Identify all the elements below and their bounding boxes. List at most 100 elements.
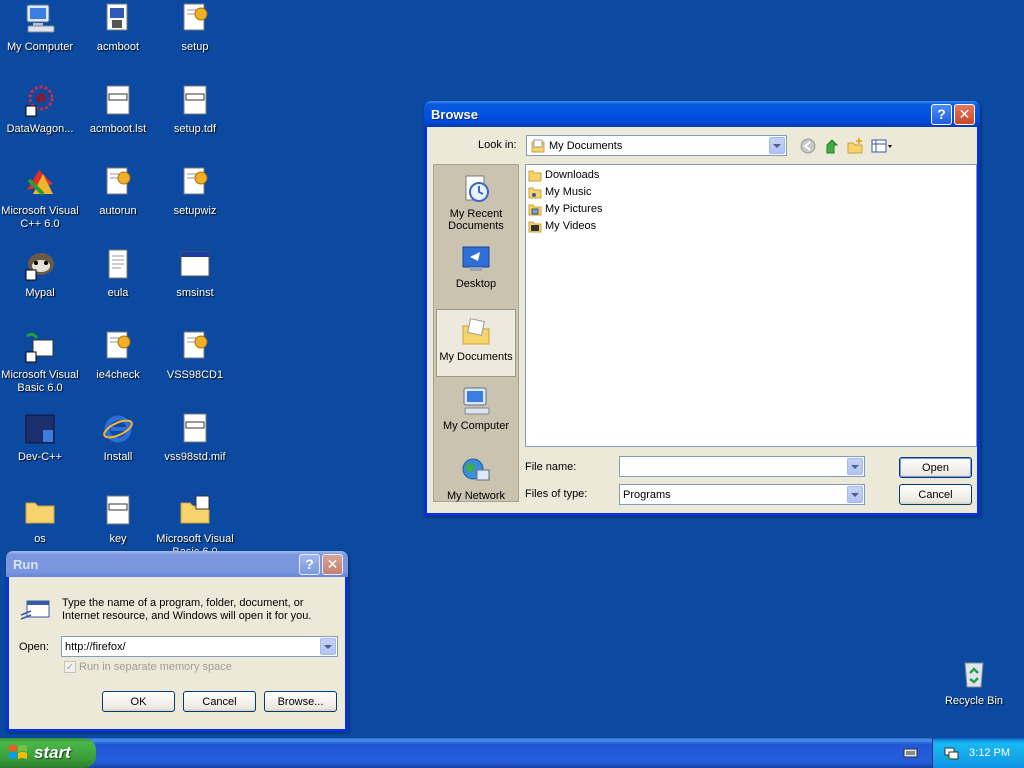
videos-folder-icon [528,221,542,232]
desktop-icon-label: autorun [99,205,137,217]
browse-button[interactable]: Browse... [264,691,337,712]
close-button[interactable]: ✕ [954,103,975,125]
chevron-down-icon[interactable] [847,458,863,475]
view-menu-icon[interactable] [870,137,894,155]
desktop-icon-label: smsinst [176,287,214,299]
desktop-icon-my-computer[interactable]: My Computer [0,0,80,72]
desktop-icon-dev-cpp[interactable]: Dev-C++ [0,410,80,482]
help-button[interactable]: ? [299,553,320,575]
internet-explorer-icon [103,415,133,443]
file-name-field[interactable] [619,456,865,477]
desktop-icon-smsinst[interactable]: smsinst [155,246,235,318]
start-button[interactable]: start [0,738,96,768]
browse-titlebar[interactable]: Browse ? ✕ [424,101,980,127]
files-of-type-label: Files of type: [525,488,588,500]
look-in-dropdown[interactable]: My Documents [526,135,787,156]
document-icon [106,85,130,115]
separate-memory-option: ✓ Run in separate memory space [64,661,232,673]
desktop-icon-mypal[interactable]: Mypal [0,246,80,318]
file-name: My Pictures [545,203,603,215]
cancel-button[interactable]: Cancel [899,484,972,505]
clock[interactable]: 3:12 PM [969,747,1010,759]
separate-memory-checkbox[interactable]: ✓ [64,661,76,673]
document-icon [183,85,207,115]
setup-program-icon [106,3,128,31]
desktop-icon-msvb[interactable]: Microsoft Visual Basic 6.0 [0,328,80,400]
place-my-network[interactable]: My Network [436,449,516,517]
file-name: Downloads [545,169,600,181]
desktop-icon-label: Dev-C++ [17,451,63,463]
desktop-icon-label: Microsoft Visual Basic 6.0 [1,369,79,394]
keyboard-icon[interactable] [903,746,918,759]
files-of-type-dropdown[interactable]: Programs [619,484,865,505]
close-button[interactable]: ✕ [322,553,343,575]
run-title: Run [13,556,39,572]
desktop-icon-eula[interactable]: eula [78,246,158,318]
desktop-icon-acmboot-lst[interactable]: acmboot.lst [78,82,158,154]
setup-file-icon [106,331,131,359]
desktop-icon-label: acmboot.lst [89,123,147,135]
run-description: Type the name of a program, folder, docu… [62,597,312,622]
run-titlebar[interactable]: Run ? ✕ [6,551,348,577]
place-label: My Recent Documents [448,208,504,232]
my-computer-icon [463,387,490,415]
up-one-level-icon[interactable] [823,137,841,155]
desktop-icon-setup-tdf[interactable]: setup.tdf [155,82,235,154]
file-name: My Videos [545,220,597,232]
places-bar: My Recent Documents Desktop My Documents [433,164,519,502]
place-my-documents[interactable]: My Documents [436,309,516,377]
pictures-folder-icon [528,204,542,215]
desktop-icon-label: key [109,533,127,545]
chevron-down-icon[interactable] [320,638,336,655]
cancel-button[interactable]: Cancel [183,691,256,712]
desktop-icon-datawagon[interactable]: DataWagon... [0,82,80,154]
ok-button[interactable]: OK [102,691,175,712]
desktop-icon-acmboot[interactable]: acmboot [78,0,158,72]
taskbar: start 3:12 PM [0,738,1024,768]
list-item[interactable]: My Music [528,184,591,200]
open-input[interactable]: http://firefox/ [61,636,338,657]
new-folder-icon[interactable] [846,137,864,155]
chevron-down-icon[interactable] [769,137,785,154]
desktop-icon-ie4check[interactable]: ie4check [78,328,158,400]
back-icon[interactable] [799,137,817,155]
desktop-icon-label: Microsoft Visual C++ 6.0 [1,205,79,230]
mypal-raccoon-icon [25,253,54,281]
desktop-icon-setupwiz[interactable]: setupwiz [155,164,235,236]
my-documents-icon [531,139,545,152]
desktop-icon-autorun[interactable]: autorun [78,164,158,236]
desktop-icon-vss98cd1[interactable]: VSS98CD1 [155,328,235,400]
document-icon [183,413,207,443]
browse-dialog: Browse ? ✕ Look in: My Documents My Rece… [424,101,980,516]
list-item[interactable]: My Pictures [528,201,602,217]
desktop-icon-vss98std-mif[interactable]: vss98std.mif [155,410,235,482]
help-button[interactable]: ? [931,103,952,125]
dev-cpp-icon [25,414,55,444]
visual-cpp-icon [27,170,53,196]
recycle-bin-icon [964,662,984,688]
list-item[interactable]: My Videos [528,218,596,234]
desktop-icon-label: Recycle Bin [944,695,1004,707]
windows-logo-icon [9,745,27,759]
place-my-computer[interactable]: My Computer [436,379,516,447]
open-button[interactable]: Open [899,457,972,478]
document-icon [106,495,130,525]
desktop-icon-setup[interactable]: setup [155,0,235,72]
open-value: http://firefox/ [65,640,126,653]
place-label: My Documents [439,351,513,363]
music-folder-icon [528,187,542,198]
program-folder-icon [180,495,210,524]
place-desktop[interactable]: Desktop [436,237,516,305]
browse-title: Browse [431,106,478,122]
desktop-icon-install[interactable]: Install [78,410,158,482]
network-status-icon[interactable] [943,745,959,761]
desktop-icon-recycle-bin[interactable]: Recycle Bin [934,654,1014,726]
file-list[interactable]: Downloads My Music My Pictures My Videos [525,164,977,447]
desktop-icon-msvc[interactable]: Microsoft Visual C++ 6.0 [0,164,80,236]
place-my-recent-documents[interactable]: My Recent Documents [436,167,516,235]
list-item[interactable]: Downloads [528,167,599,183]
folder-icon [25,502,55,524]
chevron-down-icon[interactable] [847,486,863,503]
desktop-icon-label: Mypal [25,287,55,299]
desktop-icon-area: My Computer acmboot setup DataWagon... a… [0,0,240,560]
